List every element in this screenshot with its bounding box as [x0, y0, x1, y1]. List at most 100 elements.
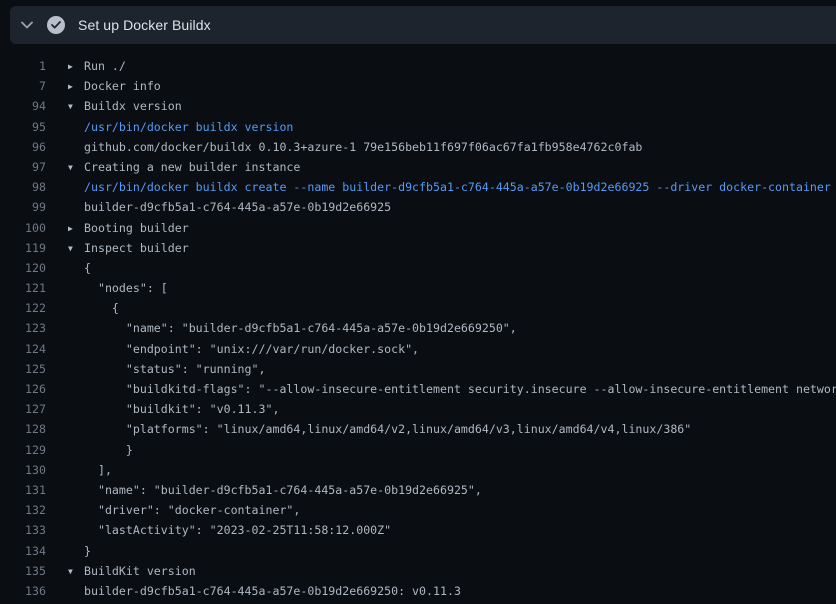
log-text: builder-d9cfb5a1-c764-445a-a57e-0b19d2e6… [68, 581, 461, 601]
group-header[interactable]: ▶Docker info [68, 76, 161, 96]
check-circle-icon [47, 16, 65, 34]
log-group-line: 1 ▶Run ./ [0, 56, 836, 76]
log-group-line: 119 ▼Inspect builder [0, 238, 836, 258]
log-text: "buildkitd-flags": "--allow-insecure-ent… [68, 379, 836, 399]
log-output-line: 124 "endpoint": "unix:///var/run/docker.… [0, 339, 836, 359]
log-group-line: 100 ▶Booting builder [0, 218, 836, 238]
line-number[interactable]: 133 [0, 520, 46, 540]
line-number[interactable]: 131 [0, 480, 46, 500]
chevron-down-icon[interactable] [20, 18, 34, 32]
line-number[interactable]: 134 [0, 541, 46, 561]
log-text: "nodes": [ [68, 278, 168, 298]
line-number[interactable]: 121 [0, 278, 46, 298]
group-header[interactable]: ▼BuildKit version [68, 561, 196, 581]
line-number[interactable]: 125 [0, 359, 46, 379]
line-number[interactable]: 97 [0, 157, 46, 177]
log-text: "platforms": "linux/amd64,linux/amd64/v2… [68, 419, 691, 439]
line-number[interactable]: 124 [0, 339, 46, 359]
group-title[interactable]: Booting builder [84, 221, 189, 235]
log-output-line: 126 "buildkitd-flags": "--allow-insecure… [0, 379, 836, 399]
chevron-expanded-icon[interactable]: ▼ [68, 239, 84, 259]
log-output-line: 120 { [0, 258, 836, 278]
line-number[interactable]: 135 [0, 561, 46, 581]
chevron-collapsed-icon[interactable]: ▶ [68, 219, 84, 239]
line-number[interactable]: 1 [0, 56, 46, 76]
log-output-line: 123 "name": "builder-d9cfb5a1-c764-445a-… [0, 318, 836, 338]
group-title[interactable]: Creating a new builder instance [84, 160, 300, 174]
log-text: "driver": "docker-container", [68, 500, 300, 520]
log-text: } [68, 541, 91, 561]
line-number[interactable]: 127 [0, 399, 46, 419]
log-output-line: 132 "driver": "docker-container", [0, 500, 836, 520]
chevron-expanded-icon[interactable]: ▼ [68, 562, 84, 582]
command-text: /usr/bin/docker buildx version [68, 117, 293, 137]
line-number[interactable]: 7 [0, 76, 46, 96]
chevron-expanded-icon[interactable]: ▼ [68, 97, 84, 117]
line-number[interactable]: 129 [0, 440, 46, 460]
log-output-line: 130 ], [0, 460, 836, 480]
line-number[interactable]: 132 [0, 500, 46, 520]
group-header[interactable]: ▶Run ./ [68, 56, 126, 76]
log-output-line: 121 "nodes": [ [0, 278, 836, 298]
line-number[interactable]: 123 [0, 318, 46, 338]
log-text: "name": "builder-d9cfb5a1-c764-445a-a57e… [68, 318, 517, 338]
log-output-line: 136 builder-d9cfb5a1-c764-445a-a57e-0b19d… [0, 581, 836, 601]
line-number[interactable]: 95 [0, 117, 46, 137]
log-text: "endpoint": "unix:///var/run/docker.sock… [68, 339, 419, 359]
step-title: Set up Docker Buildx [78, 17, 211, 33]
log-text: "name": "builder-d9cfb5a1-c764-445a-a57e… [68, 480, 482, 500]
line-number[interactable]: 99 [0, 197, 46, 217]
chevron-collapsed-icon[interactable]: ▶ [68, 77, 84, 97]
line-number[interactable]: 130 [0, 460, 46, 480]
log-group-line: 7 ▶Docker info [0, 76, 836, 96]
log-text: } [68, 440, 133, 460]
log-text: "buildkit": "v0.11.3", [68, 399, 279, 419]
log-text: github.com/docker/buildx 0.10.3+azure-1 … [68, 137, 642, 157]
line-number[interactable]: 96 [0, 137, 46, 157]
line-number[interactable]: 122 [0, 298, 46, 318]
line-number[interactable]: 98 [0, 177, 46, 197]
log-output-line: 98/usr/bin/docker buildx create --name b… [0, 177, 836, 197]
log-output-line: 128 "platforms": "linux/amd64,linux/amd6… [0, 419, 836, 439]
log-output-line: 96 github.com/docker/buildx 0.10.3+azure-… [0, 137, 836, 157]
line-number[interactable]: 126 [0, 379, 46, 399]
log-output-line: 127 "buildkit": "v0.11.3", [0, 399, 836, 419]
step-header[interactable]: Set up Docker Buildx [10, 6, 836, 44]
line-number[interactable]: 120 [0, 258, 46, 278]
chevron-collapsed-icon[interactable]: ▶ [68, 57, 84, 77]
log-text: builder-d9cfb5a1-c764-445a-a57e-0b19d2e6… [68, 197, 391, 217]
group-title[interactable]: Buildx version [84, 99, 182, 113]
line-number[interactable]: 100 [0, 218, 46, 238]
log-text: "lastActivity": "2023-02-25T11:58:12.000… [68, 520, 391, 540]
log-output-line: 122 { [0, 298, 836, 318]
log-output-line: 125 "status": "running", [0, 359, 836, 379]
command-text: /usr/bin/docker buildx create --name bui… [68, 177, 831, 197]
line-number[interactable]: 119 [0, 238, 46, 258]
group-title[interactable]: Docker info [84, 79, 161, 93]
group-title[interactable]: BuildKit version [84, 564, 196, 578]
log-output-line: 99 builder-d9cfb5a1-c764-445a-a57e-0b19d2… [0, 197, 836, 217]
log-output-line: 95/usr/bin/docker buildx version [0, 117, 836, 137]
actions-log-page: Set up Docker Buildx 1▶Run ./7▶Docker in… [0, 0, 836, 604]
log-output: 1▶Run ./7▶Docker info94▼Buildx version95… [0, 44, 836, 604]
log-group-line: 94 ▼Buildx version [0, 96, 836, 116]
log-text: { [68, 258, 91, 278]
line-number[interactable]: 94 [0, 96, 46, 116]
group-title[interactable]: Inspect builder [84, 241, 189, 255]
group-header[interactable]: ▶Booting builder [68, 218, 189, 238]
line-number[interactable]: 128 [0, 419, 46, 439]
group-header[interactable]: ▼Inspect builder [68, 238, 189, 258]
log-output-line: 129 } [0, 440, 836, 460]
log-group-line: 97 ▼Creating a new builder instance [0, 157, 836, 177]
group-title[interactable]: Run ./ [84, 59, 126, 73]
log-text: { [68, 298, 119, 318]
log-output-line: 134} [0, 541, 836, 561]
log-output-line: 133 "lastActivity": "2023-02-25T11:58:12… [0, 520, 836, 540]
log-output-line: 131 "name": "builder-d9cfb5a1-c764-445a-… [0, 480, 836, 500]
group-header[interactable]: ▼Creating a new builder instance [68, 157, 300, 177]
group-header[interactable]: ▼Buildx version [68, 96, 182, 116]
log-group-line: 135 ▼BuildKit version [0, 561, 836, 581]
line-number[interactable]: 136 [0, 581, 46, 601]
log-text: "status": "running", [68, 359, 265, 379]
chevron-expanded-icon[interactable]: ▼ [68, 158, 84, 178]
